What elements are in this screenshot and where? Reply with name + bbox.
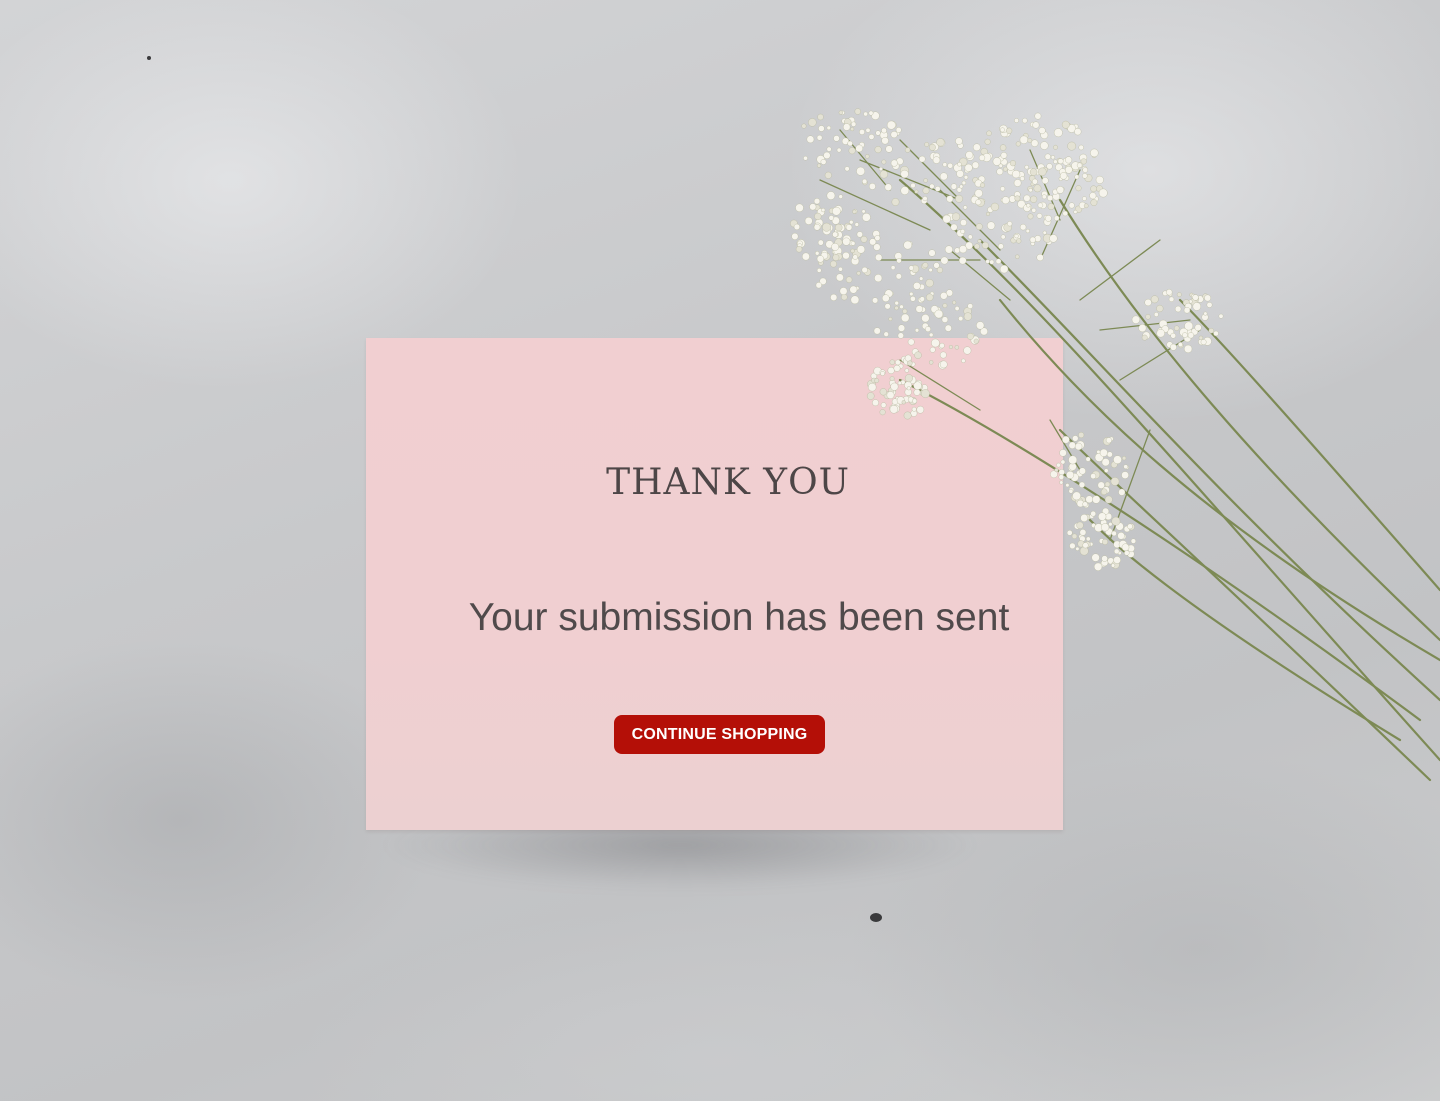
background-speck: [870, 913, 882, 922]
continue-shopping-button[interactable]: CONTINUE SHOPPING: [614, 715, 825, 754]
background-speck: [147, 56, 151, 60]
thank-you-title: THANK YOU: [606, 462, 850, 503]
submission-message: Your submission has been sent: [468, 596, 1010, 639]
thank-you-card: [366, 338, 1063, 830]
